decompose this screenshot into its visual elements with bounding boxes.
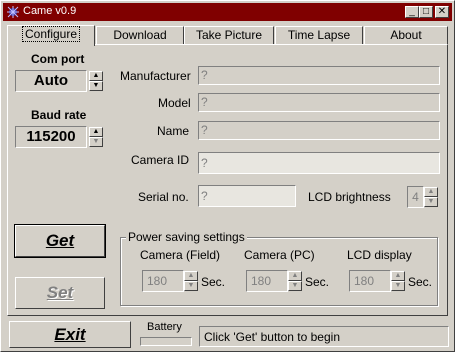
power-saving-title: Power saving settings — [126, 230, 247, 244]
lcd-brightness-label: LCD brightness — [308, 190, 391, 204]
manufacturer-label: Manufacturer — [120, 69, 191, 83]
window-title: Came v0.9 — [23, 5, 77, 17]
lcd-display-spinner[interactable]: ▲ ▼ — [391, 271, 405, 291]
spin-up-icon[interactable]: ▲ — [89, 71, 103, 81]
manufacturer-field: ? — [198, 66, 440, 85]
title-bar[interactable]: Came v0.9 _ □ ✕ — [3, 3, 452, 21]
camera-field-label: Camera (Field) — [140, 248, 221, 262]
tab-label: Download — [113, 28, 167, 42]
maximize-button[interactable]: □ — [419, 6, 433, 18]
app-window: Came v0.9 _ □ ✕ Configure Download Take … — [0, 0, 455, 352]
camera-id-label: Camera ID — [131, 153, 190, 167]
spin-up-icon[interactable]: ▲ — [424, 187, 438, 197]
camera-pc-input[interactable]: 180 — [246, 270, 288, 292]
tab-configure[interactable]: Configure — [7, 25, 95, 46]
name-label: Name — [157, 124, 190, 138]
battery-meter — [140, 337, 192, 346]
tab-label: Configure — [21, 26, 81, 42]
lcd-display-unit: Sec. — [408, 275, 433, 289]
status-text: Click 'Get' button to begin — [204, 330, 340, 344]
spin-up-icon[interactable]: ▲ — [288, 271, 302, 281]
baud-rate-label: Baud rate — [31, 108, 87, 122]
model-field: ? — [198, 93, 440, 112]
maximize-icon: □ — [422, 6, 430, 17]
exit-button[interactable]: Exit — [9, 321, 131, 348]
model-label: Model — [158, 96, 191, 110]
lcd-display-input[interactable]: 180 — [349, 270, 391, 292]
camera-pc-spinner[interactable]: ▲ ▼ — [288, 271, 302, 291]
spin-down-icon[interactable]: ▼ — [391, 281, 405, 291]
status-bar: Click 'Get' button to begin — [199, 326, 449, 347]
spin-up-icon[interactable]: ▲ — [184, 271, 198, 281]
baud-rate-spinner[interactable]: ▲ ▼ — [89, 127, 103, 147]
serial-label: Serial no. — [138, 190, 189, 204]
lcd-brightness-field[interactable]: 4 — [407, 186, 424, 208]
tab-label: Time Lapse — [287, 28, 351, 42]
spin-up-icon[interactable]: ▲ — [391, 271, 405, 281]
tab-label: About — [390, 28, 422, 42]
close-button[interactable]: ✕ — [435, 6, 449, 18]
lcd-display-label: LCD display — [347, 248, 412, 262]
get-button[interactable]: Get — [14, 224, 106, 258]
camera-pc-unit: Sec. — [305, 275, 330, 289]
tab-bar: Configure Download Take Picture Time Lap… — [7, 25, 448, 46]
spin-down-icon[interactable]: ▼ — [89, 137, 103, 147]
tab-about[interactable]: About — [364, 26, 448, 44]
app-icon — [7, 6, 19, 18]
lcd-brightness-spinner[interactable]: ▲ ▼ — [424, 187, 438, 207]
minimize-icon: _ — [409, 6, 415, 17]
spin-down-icon[interactable]: ▼ — [184, 281, 198, 291]
spin-down-icon[interactable]: ▼ — [89, 81, 103, 91]
camera-field-input[interactable]: 180 — [142, 270, 184, 292]
serial-field[interactable]: ? — [198, 185, 296, 207]
com-port-spinner[interactable]: ▲ ▼ — [89, 71, 103, 91]
close-icon: ✕ — [437, 6, 447, 17]
com-port-label: Com port — [31, 52, 85, 66]
minimize-button[interactable]: _ — [405, 6, 419, 18]
com-port-field[interactable]: Auto — [15, 70, 87, 92]
name-field: ? — [198, 121, 440, 140]
spin-down-icon[interactable]: ▼ — [288, 281, 302, 291]
camera-field-spinner[interactable]: ▲ ▼ — [184, 271, 198, 291]
camera-id-field[interactable]: ? — [198, 152, 440, 174]
set-button[interactable]: Set — [15, 277, 105, 309]
battery-label: Battery — [147, 321, 182, 333]
camera-pc-label: Camera (PC) — [244, 248, 315, 262]
spin-up-icon[interactable]: ▲ — [89, 127, 103, 137]
tab-take-picture[interactable]: Take Picture — [184, 26, 274, 44]
spin-down-icon[interactable]: ▼ — [424, 197, 438, 207]
tab-label: Take Picture — [195, 28, 263, 42]
tab-time-lapse[interactable]: Time Lapse — [275, 26, 363, 44]
tab-download[interactable]: Download — [96, 26, 184, 44]
camera-field-unit: Sec. — [201, 275, 226, 289]
baud-rate-field[interactable]: 115200 — [15, 126, 87, 148]
